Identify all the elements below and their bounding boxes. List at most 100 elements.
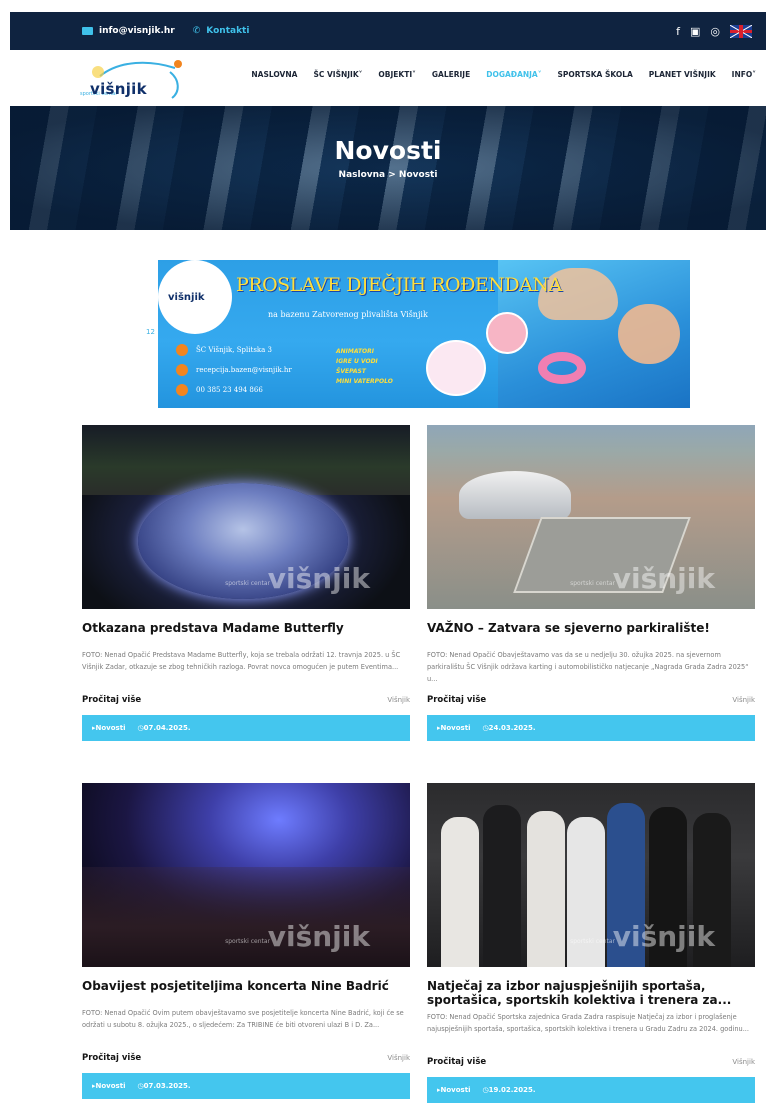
image-dome: [459, 471, 571, 519]
uk-flag-icon[interactable]: [730, 24, 752, 38]
news-card-excerpt: FOTO: Nenad Opačić Sportska zajednica Gr…: [427, 1013, 749, 1033]
watermark-small: sportski centar: [570, 580, 615, 587]
banner-email: recepcija.bazen@visnjik.hr: [176, 364, 292, 376]
news-card-title[interactable]: Natječaj za izbor najuspješnijih sportaš…: [427, 979, 755, 1007]
email-text: info@visnjik.hr: [99, 26, 175, 36]
news-card-image[interactable]: sportski centar višnjik: [427, 425, 755, 609]
banner-address: ŠC Višnjik, Splitska 3: [176, 344, 272, 356]
main-nav-row: sportski centar višnjik NASLOVNA ŠC VIŠN…: [10, 50, 766, 106]
news-card-title[interactable]: Obavijest posjetiteljima koncerta Nine B…: [82, 979, 410, 993]
chevron-down-icon: ˅: [537, 70, 542, 79]
post-date: 24.03.2025.: [482, 724, 536, 732]
primary-nav: NASLOVNA ŠC VIŠNJIK˅ OBJEKTI˅ GALERIJE D…: [251, 70, 756, 79]
nav-item-planet-visnjik[interactable]: PLANET VIŠNJIK: [649, 70, 716, 79]
email-link[interactable]: info@visnjik.hr: [82, 26, 175, 36]
site-logo[interactable]: sportski centar višnjik: [80, 58, 190, 102]
news-card-image[interactable]: sportski centar višnjik: [82, 783, 410, 967]
news-card-meta: Novosti 24.03.2025.: [427, 715, 755, 741]
promo-banner[interactable]: višnjik PROSLAVE DJEČJIH ROĐENDANA na ba…: [158, 260, 690, 408]
news-card-image[interactable]: sportski centar višnjik: [427, 783, 755, 967]
banner-address-text: ŠC Višnjik, Splitska 3: [196, 346, 273, 354]
news-card-excerpt: FOTO: Nenad Opačić Ovim putem obavještav…: [82, 1009, 404, 1029]
author-link[interactable]: Višnjik: [387, 696, 410, 704]
news-card-meta: Novosti 19.02.2025.: [427, 1077, 755, 1103]
nav-item-galerije[interactable]: GALERIJE: [432, 70, 470, 79]
news-card-image[interactable]: sportski centar višnjik: [82, 425, 410, 609]
post-date: 07.04.2025.: [137, 724, 191, 732]
page-hero: Novosti Naslovna > Novosti: [10, 106, 766, 230]
phone-icon: ✆: [192, 26, 201, 36]
watermark: višnjik: [612, 920, 715, 953]
watermark-small: sportski centar: [225, 580, 270, 587]
nav-item-naslovna[interactable]: NASLOVNA: [251, 70, 297, 79]
image-person: [441, 817, 479, 967]
post-date: 19.02.2025.: [482, 1086, 536, 1094]
nav-item-dogadanja[interactable]: DOGAĐANJA˅: [486, 70, 541, 79]
news-card-excerpt: FOTO: Nenad Opačić Predstava Madame Butt…: [82, 651, 401, 671]
banner-logo-text: višnjik: [168, 292, 205, 303]
read-more-link[interactable]: Pročitaj više: [427, 695, 486, 705]
category-tag[interactable]: Novosti: [437, 1086, 471, 1094]
watermark: višnjik: [612, 562, 715, 595]
watermark: višnjik: [267, 920, 370, 953]
news-card-title[interactable]: Otkazana predstava Madame Butterfly: [82, 621, 410, 635]
banner-tag: ANIMATORI: [336, 348, 374, 355]
nav-item-label: DOGAĐANJA: [486, 70, 538, 79]
watermark: višnjik: [267, 562, 370, 595]
author-link[interactable]: Višnjik: [387, 1054, 410, 1062]
top-bar: info@visnjik.hr ✆ Kontakti f ▣ ◎: [10, 12, 766, 50]
author-link[interactable]: Višnjik: [732, 696, 755, 704]
banner-number: 12: [146, 328, 155, 336]
news-card-footer: Pročitaj više Višnjik: [427, 695, 755, 705]
contact-text: Kontakti: [206, 26, 250, 36]
banner-phone-text: 00 385 23 494 866: [196, 386, 263, 394]
facebook-icon[interactable]: f: [676, 25, 680, 38]
banner-kid-image: [618, 304, 680, 364]
news-card[interactable]: sportski centar višnjik Natječaj za izbo…: [427, 783, 755, 1103]
nav-item-info[interactable]: INFO˅: [732, 70, 756, 79]
banner-tag: ŠVEPAST: [336, 368, 366, 375]
banner-ring-image: [538, 352, 586, 384]
news-card-footer: Pročitaj više Višnjik: [82, 1053, 410, 1063]
instagram-icon[interactable]: ◎: [710, 25, 720, 38]
watermark-small: sportski centar: [225, 938, 270, 945]
banner-tag: IGRE U VODI: [336, 358, 378, 365]
chevron-down-icon: ˅: [412, 70, 416, 79]
chevron-down-icon: ˅: [358, 70, 363, 79]
read-more-link[interactable]: Pročitaj više: [82, 695, 141, 705]
chevron-down-icon: ˅: [752, 70, 756, 79]
post-date: 07.03.2025.: [137, 1082, 191, 1090]
news-card-title[interactable]: VAŽNO – Zatvara se sjeverno parkiralište…: [427, 621, 755, 635]
watermark-small: sportski centar: [570, 938, 615, 945]
contact-link[interactable]: ✆ Kontakti: [193, 26, 250, 36]
logo-text: višnjik: [90, 80, 147, 98]
banner-logo-circle: višnjik: [158, 260, 232, 334]
breadcrumb[interactable]: Naslovna > Novosti: [10, 170, 766, 180]
page-title: Novosti: [334, 136, 442, 165]
news-card-meta: Novosti 07.03.2025.: [82, 1073, 410, 1099]
category-tag[interactable]: Novosti: [92, 1082, 126, 1090]
youtube-icon[interactable]: ▣: [690, 25, 700, 38]
nav-item-sportska-skola[interactable]: SPORTSKA ŠKOLA: [558, 70, 633, 79]
news-card[interactable]: sportski centar višnjik Obavijest posjet…: [82, 783, 410, 1099]
news-card[interactable]: sportski centar višnjik Otkazana predsta…: [82, 425, 410, 741]
category-tag[interactable]: Novosti: [437, 724, 471, 732]
image-person: [527, 811, 565, 967]
mail-icon: [176, 364, 188, 376]
nav-item-objekti[interactable]: OBJEKTI˅: [378, 70, 415, 79]
banner-email-text: recepcija.bazen@visnjik.hr: [196, 366, 292, 374]
category-tag[interactable]: Novosti: [92, 724, 126, 732]
banner-phone: 00 385 23 494 866: [176, 384, 263, 396]
nav-item-sc-visnjik[interactable]: ŠC VIŠNJIK˅: [313, 70, 362, 79]
news-card[interactable]: sportski centar višnjik VAŽNO – Zatvara …: [427, 425, 755, 741]
news-card-footer: Pročitaj više Višnjik: [427, 1057, 755, 1067]
banner-subheadline: na bazenu Zatvorenog plivališta Višnjik: [268, 310, 428, 319]
banner-cake-image: [486, 312, 528, 354]
image-person: [483, 805, 521, 967]
news-card-excerpt: FOTO: Nenad Opačić Obavještavamo vas da …: [427, 651, 749, 683]
read-more-link[interactable]: Pročitaj više: [82, 1053, 141, 1063]
author-link[interactable]: Višnjik: [732, 1058, 755, 1066]
nav-item-label: ŠC VIŠNJIK: [313, 70, 359, 79]
news-card-footer: Pročitaj više Višnjik: [82, 695, 410, 705]
read-more-link[interactable]: Pročitaj više: [427, 1057, 486, 1067]
